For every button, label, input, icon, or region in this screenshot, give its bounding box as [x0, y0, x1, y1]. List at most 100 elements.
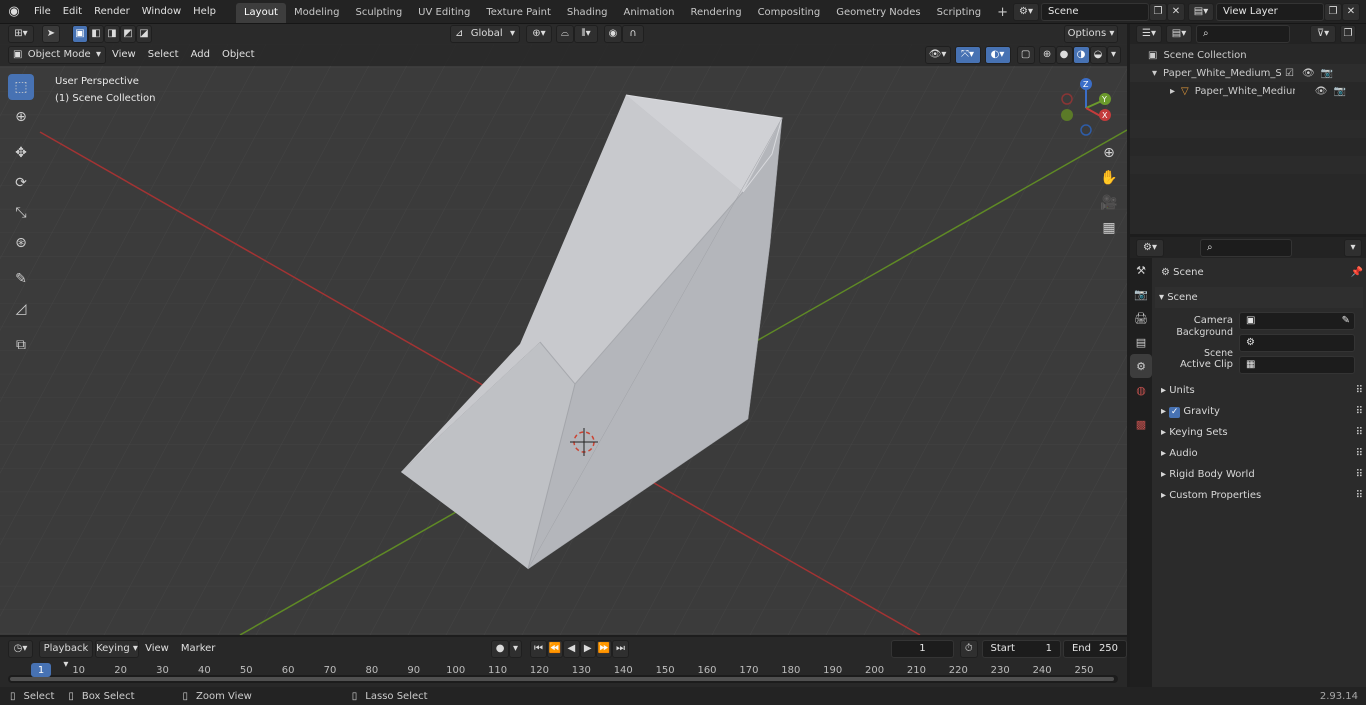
- menu-file[interactable]: File: [28, 1, 57, 23]
- object-mode-dropdown[interactable]: ▣ Object Mode ▾: [8, 46, 106, 64]
- delete-scene-icon[interactable]: ✕: [1167, 3, 1185, 21]
- gizmo-toggle-icon[interactable]: ⤧▾: [954, 46, 981, 64]
- viewport-menu-add[interactable]: Add: [185, 44, 216, 66]
- gravity-panel[interactable]: ▸ ✓ Gravity ⠿: [1155, 401, 1363, 422]
- timeline-menu-marker[interactable]: Marker: [175, 638, 222, 660]
- drag-handle-icon[interactable]: ⠿: [1356, 485, 1363, 506]
- tab-uv-editing[interactable]: UV Editing: [410, 3, 478, 23]
- ortho-toggle-icon[interactable]: ▦: [1098, 217, 1120, 239]
- keying-menu[interactable]: Keying ▾: [94, 640, 140, 658]
- jump-to-keyframe-prev-icon[interactable]: ⏪: [546, 640, 564, 658]
- outliner-row-scene-collection[interactable]: ▣ Scene Collection: [1130, 46, 1366, 64]
- tab-texture-paint[interactable]: Texture Paint: [478, 3, 559, 23]
- transform-orientation-dropdown[interactable]: ⊿ Global ▾: [450, 25, 520, 43]
- gravity-checkbox[interactable]: ✓: [1169, 407, 1181, 418]
- select-mode-intersect-icon[interactable]: ◪: [136, 25, 152, 43]
- view-layer-properties-icon[interactable]: ▤: [1130, 330, 1152, 354]
- rigid-body-world-panel[interactable]: ▸ Rigid Body World ⠿: [1155, 464, 1363, 485]
- current-frame-field[interactable]: 1: [890, 640, 955, 658]
- render-properties-icon[interactable]: 📷: [1130, 282, 1152, 306]
- drag-handle-icon[interactable]: ⠿: [1356, 380, 1363, 401]
- select-box-tool-icon[interactable]: ⬚: [8, 74, 34, 100]
- overlays-toggle-icon[interactable]: ◐▾: [984, 46, 1011, 64]
- outliner-search-input[interactable]: ⌕: [1196, 25, 1290, 43]
- pan-hand-icon[interactable]: ✋: [1098, 167, 1120, 189]
- units-panel[interactable]: ▸ Units ⠿: [1155, 380, 1363, 401]
- camera-field[interactable]: ▣ ✎: [1239, 311, 1355, 330]
- pivot-point-icon[interactable]: ⊕▾: [526, 25, 552, 43]
- camera-render-icon[interactable]: 📷: [1321, 68, 1333, 79]
- select-mode-invert-icon[interactable]: ◩: [120, 25, 136, 43]
- select-mode-extend-icon[interactable]: ◧: [88, 25, 104, 43]
- expand-arrow-icon[interactable]: ▾: [1152, 68, 1157, 79]
- eye-visibility-icon[interactable]: 👁: [1302, 68, 1315, 79]
- shading-rendered-icon[interactable]: ◒: [1089, 46, 1107, 64]
- tab-shading[interactable]: Shading: [559, 3, 616, 23]
- jump-to-keyframe-next-icon[interactable]: ⏩: [595, 640, 613, 658]
- output-properties-icon[interactable]: 🖨: [1130, 306, 1152, 330]
- zoom-icon[interactable]: ⊕: [1098, 142, 1120, 164]
- drag-handle-icon[interactable]: ⠿: [1356, 443, 1363, 464]
- drag-handle-icon[interactable]: ⠿: [1356, 464, 1363, 485]
- scene-section-header[interactable]: ▾ Scene: [1155, 287, 1363, 308]
- measure-tool-icon[interactable]: ◿: [8, 296, 34, 322]
- keying-sets-panel[interactable]: ▸ Keying Sets ⠿: [1155, 422, 1363, 443]
- menu-help[interactable]: Help: [187, 1, 222, 23]
- active-tool-icon[interactable]: ➤: [42, 25, 60, 43]
- drag-handle-icon[interactable]: ⠿: [1356, 401, 1363, 422]
- shading-wireframe-icon[interactable]: ⊕: [1038, 46, 1056, 64]
- eye-visibility-icon[interactable]: 👁: [1315, 86, 1328, 97]
- outliner-editor-type-icon[interactable]: ☰▾: [1136, 25, 1162, 43]
- playback-menu[interactable]: Playback ▾: [39, 640, 93, 670]
- editor-type-icon[interactable]: ⊞▾: [8, 25, 34, 43]
- tab-compositing[interactable]: Compositing: [750, 3, 829, 23]
- properties-editor-type-icon[interactable]: ⚙▾: [1136, 238, 1164, 257]
- keying-options-icon[interactable]: ▾: [508, 640, 523, 658]
- jump-to-start-icon[interactable]: ⏮: [530, 640, 547, 658]
- play-icon[interactable]: ▶: [579, 640, 596, 658]
- tab-scripting[interactable]: Scripting: [929, 3, 989, 23]
- display-mode-icon[interactable]: ▤▾: [1166, 25, 1192, 43]
- preview-range-icon[interactable]: ⏱: [960, 640, 978, 658]
- auto-keying-record-icon[interactable]: ●: [491, 640, 509, 658]
- new-collection-icon[interactable]: ❐: [1340, 25, 1356, 43]
- snap-toggle-icon[interactable]: ⌓: [556, 25, 574, 43]
- rotate-tool-icon[interactable]: ⟳: [8, 170, 34, 196]
- exclude-checkbox-icon[interactable]: ☑: [1285, 68, 1294, 79]
- scene-properties-icon[interactable]: ⚙: [1130, 354, 1152, 378]
- proportional-edit-icon[interactable]: ◉: [604, 25, 622, 43]
- properties-search-input[interactable]: ⌕: [1200, 238, 1292, 257]
- tab-animation[interactable]: Animation: [616, 3, 683, 23]
- camera-render-icon[interactable]: 📷: [1333, 86, 1345, 97]
- outliner-row-mesh[interactable]: ▸ ▽ Paper_White_Medium_Sa 👁 📷: [1130, 82, 1366, 100]
- outliner-row-object[interactable]: ▾ Paper_White_Medium_Sandw ☑ 👁 📷: [1130, 64, 1366, 82]
- view-layer-field[interactable]: View Layer: [1216, 3, 1324, 21]
- shading-material-icon[interactable]: ◑: [1072, 46, 1090, 64]
- audio-panel[interactable]: ▸ Audio ⠿: [1155, 443, 1363, 464]
- pin-icon[interactable]: 📌: [1351, 262, 1363, 283]
- visibility-eye-icon[interactable]: 👁▾: [924, 46, 951, 64]
- expand-arrow-icon[interactable]: ▸: [1170, 86, 1175, 97]
- viewport-menu-select[interactable]: Select: [142, 44, 185, 66]
- custom-properties-panel[interactable]: ▸ Custom Properties ⠿: [1155, 485, 1363, 506]
- scene-name-field[interactable]: Scene: [1041, 3, 1149, 21]
- texture-properties-icon[interactable]: ▩: [1130, 412, 1152, 436]
- menu-render[interactable]: Render: [88, 1, 136, 23]
- proportional-falloff-icon[interactable]: ∩: [622, 25, 644, 43]
- end-frame-field[interactable]: End 250: [1062, 640, 1128, 658]
- add-cube-tool-icon[interactable]: ⧉: [8, 332, 34, 358]
- eyedropper-icon[interactable]: ✎: [1342, 313, 1350, 329]
- snap-target-icon[interactable]: ⦀▾: [574, 25, 598, 43]
- tab-geometry-nodes[interactable]: Geometry Nodes: [828, 3, 928, 23]
- tab-modeling[interactable]: Modeling: [286, 3, 348, 23]
- move-tool-icon[interactable]: ✥: [8, 140, 34, 166]
- add-workspace-button[interactable]: +: [989, 3, 1016, 23]
- play-reverse-icon[interactable]: ◀: [563, 640, 580, 658]
- blender-logo-icon[interactable]: ◉: [0, 4, 28, 19]
- delete-view-layer-icon[interactable]: ✕: [1342, 3, 1360, 21]
- cursor-tool-icon[interactable]: ⊕: [8, 104, 34, 130]
- background-scene-field[interactable]: ⚙: [1239, 333, 1355, 352]
- tool-properties-icon[interactable]: ⚒: [1130, 258, 1152, 282]
- xray-toggle-icon[interactable]: ▢: [1016, 46, 1035, 64]
- menu-window[interactable]: Window: [136, 1, 187, 23]
